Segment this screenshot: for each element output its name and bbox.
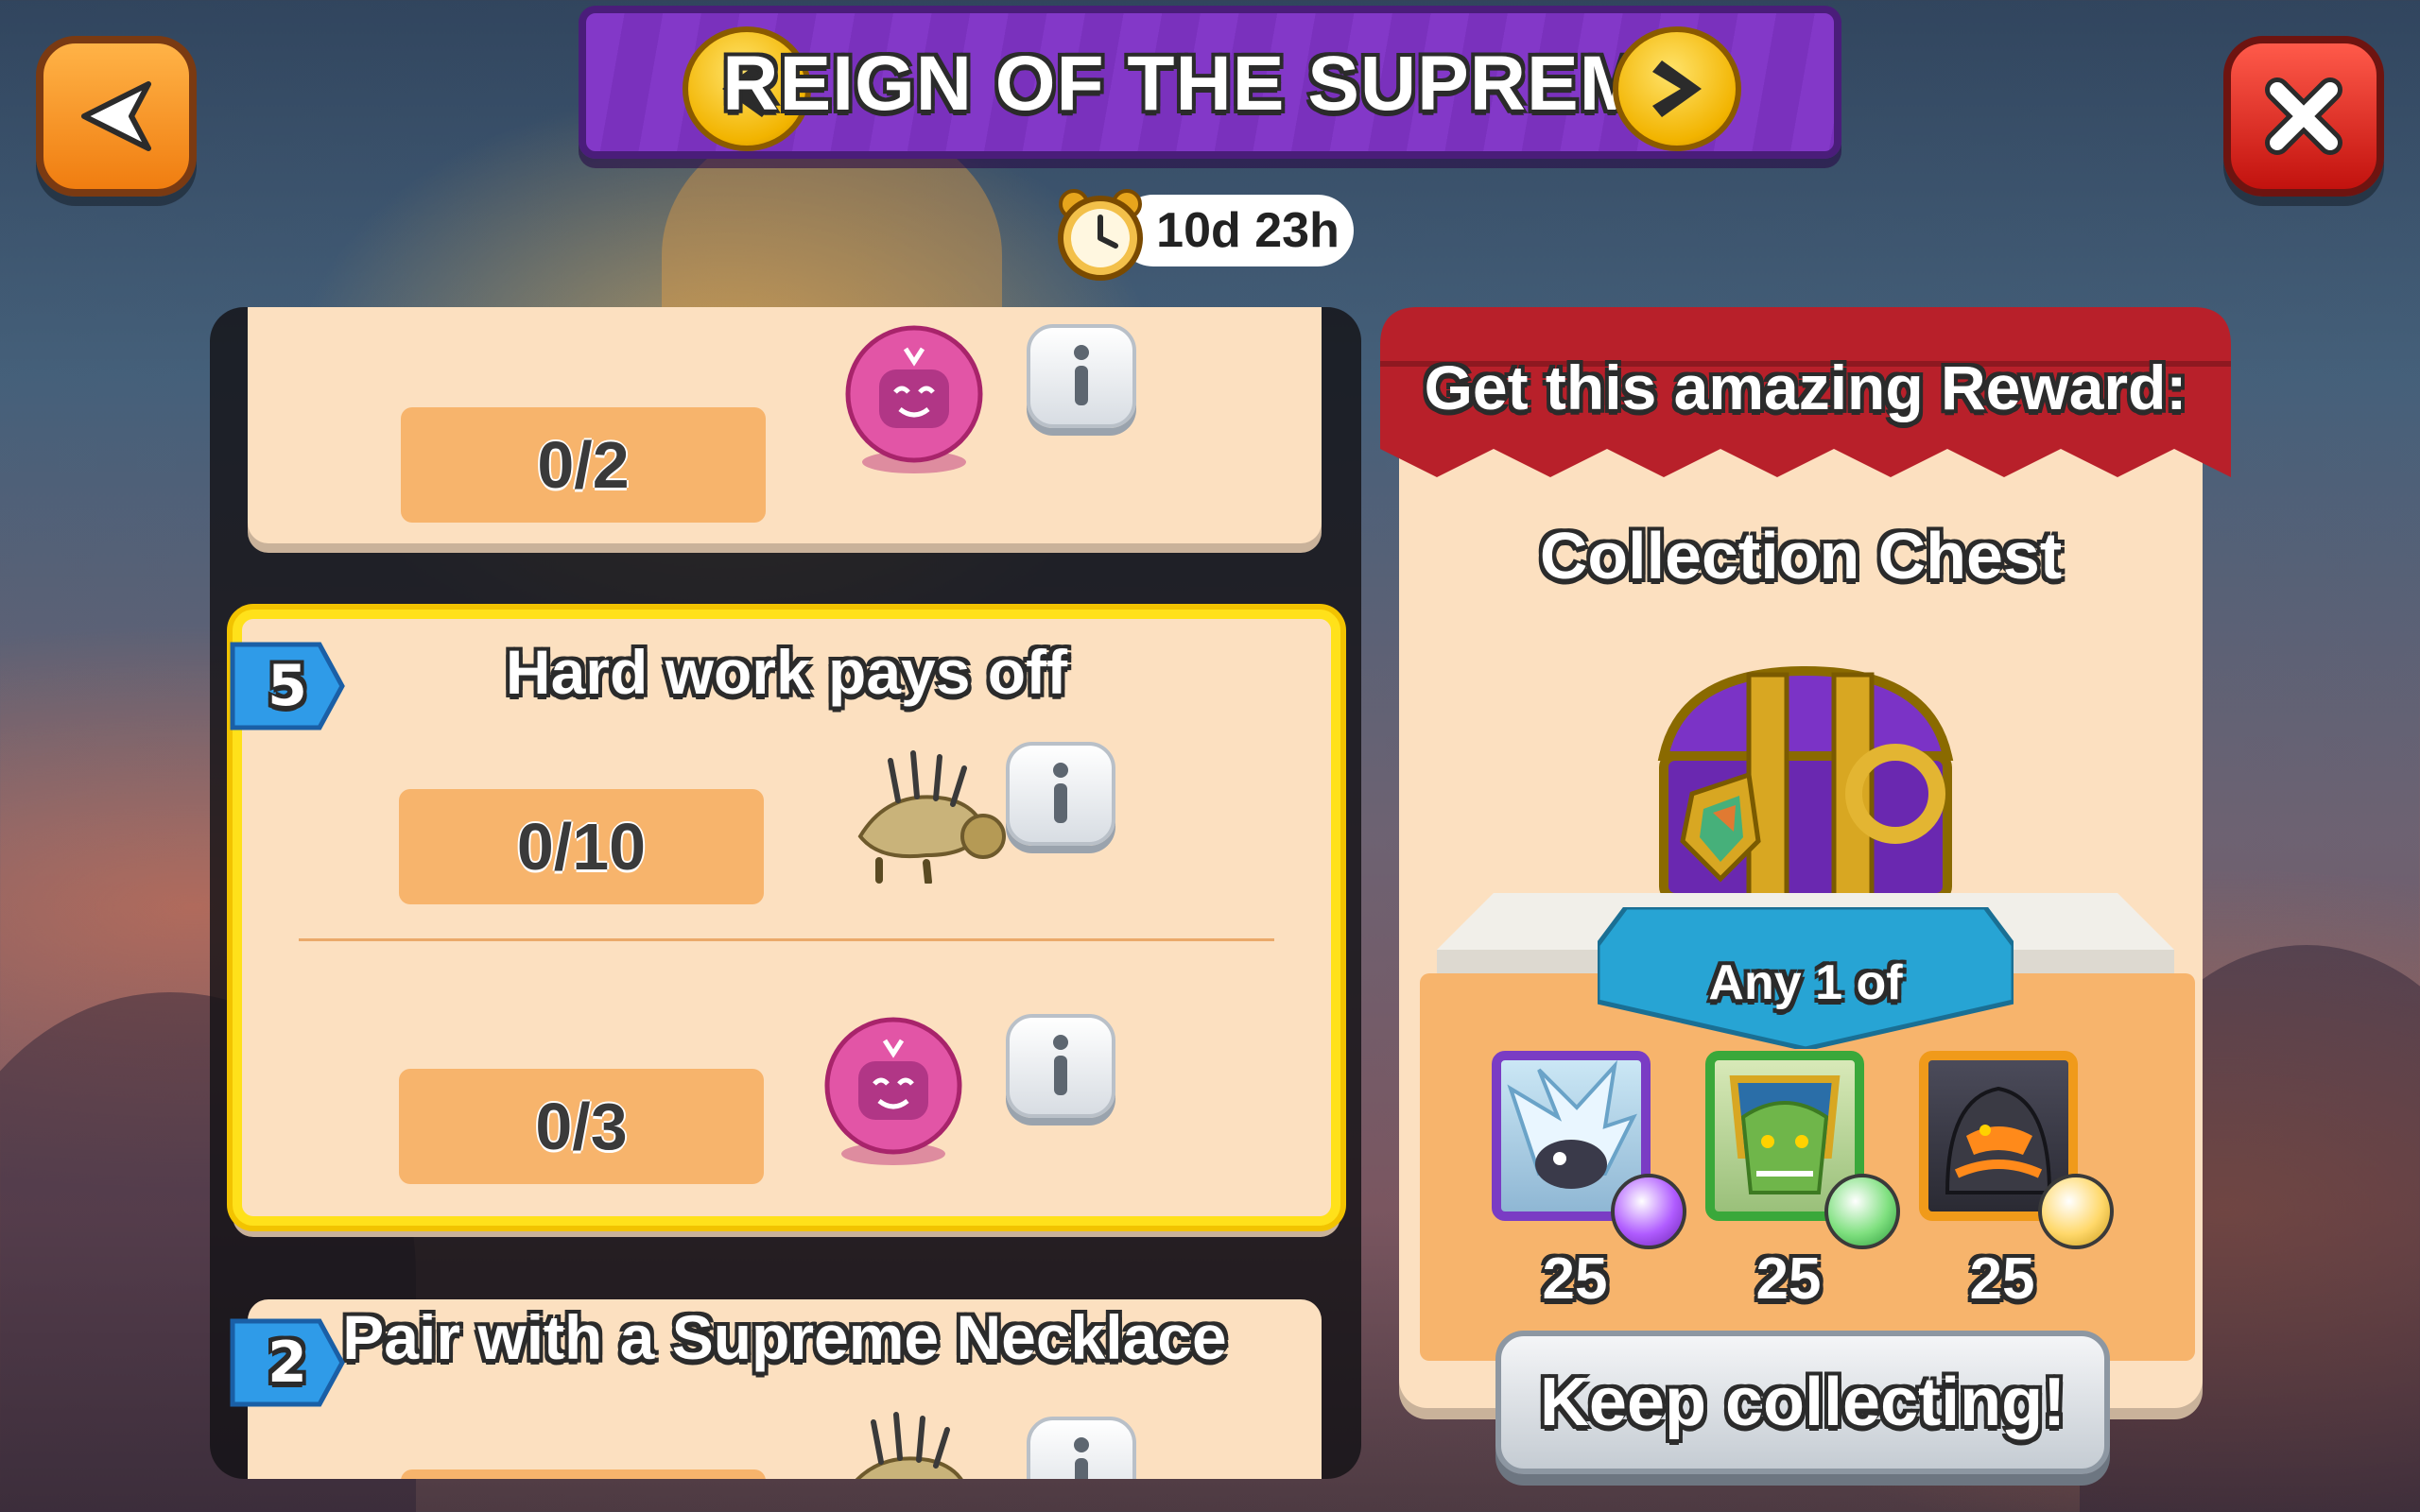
choice-label: Any 1 of — [1708, 955, 1903, 1010]
task-progress: 0/2 — [401, 407, 766, 523]
task-progress: 0/10 — [399, 789, 764, 904]
alarm-clock-icon — [1058, 189, 1143, 281]
task-progress: 0/3 — [399, 1069, 764, 1184]
task-progress — [401, 1469, 766, 1479]
reward-option-green-dragon[interactable] — [1705, 1051, 1900, 1249]
reward-option-orange-dragon[interactable] — [1919, 1051, 2114, 1249]
purple-potion-icon — [1611, 1174, 1686, 1249]
task-level-badge: 5 — [229, 639, 346, 733]
green-potion-icon — [1824, 1174, 1900, 1249]
event-timer: 10d 23h — [1051, 185, 1354, 281]
row-divider — [299, 938, 1274, 941]
title-banner: REIGN OF THE SUPREME — [579, 6, 1841, 159]
reward-header: Get this amazing Reward: — [1424, 352, 2187, 422]
info-icon — [1074, 1437, 1089, 1479]
reward-count: 25 — [1755, 1246, 1822, 1312]
info-button[interactable] — [1027, 324, 1136, 428]
keep-collecting-button[interactable]: Keep collecting! — [1495, 1331, 2110, 1474]
reward-count: 25 — [1542, 1246, 1608, 1312]
info-button[interactable] — [1006, 742, 1115, 846]
spiky-dragon-icon — [857, 750, 1006, 884]
task-title: Pair with a Supreme Necklace — [342, 1302, 1227, 1372]
chest-name: Collection Chest — [1539, 519, 2063, 593]
info-icon — [1074, 345, 1089, 405]
timer-text: 10d 23h — [1117, 195, 1354, 266]
task-card: Pair with a Supreme Necklace — [248, 1299, 1322, 1479]
task-list[interactable]: 0/2 Hard work pays off 0/10 0/3 Pair wit… — [210, 307, 1361, 1479]
info-icon — [1053, 1035, 1068, 1095]
next-event-button[interactable] — [1613, 26, 1741, 151]
collection-chest-icon — [1657, 665, 1954, 902]
reward-count: 25 — [1969, 1246, 2035, 1312]
back-arrow-icon — [81, 81, 151, 151]
back-button[interactable] — [36, 36, 197, 197]
chevron-right-icon — [1652, 60, 1702, 117]
pink-orb-icon — [824, 1017, 962, 1165]
info-icon — [1053, 763, 1068, 823]
task-card: 0/2 — [248, 307, 1322, 543]
close-button[interactable] — [2223, 36, 2384, 197]
info-button[interactable] — [1027, 1417, 1136, 1479]
pink-orb-icon — [845, 325, 983, 473]
task-level-badge: 2 — [229, 1315, 346, 1410]
reward-option-purple-dragon[interactable] — [1492, 1051, 1686, 1249]
info-button[interactable] — [1006, 1014, 1115, 1118]
badge-number: 2 — [268, 1330, 307, 1396]
yellow-potion-icon — [2038, 1174, 2114, 1249]
spiky-dragon-icon — [855, 1412, 963, 1479]
task-title: Hard work pays off — [505, 637, 1068, 707]
badge-number: 5 — [268, 653, 307, 719]
close-icon — [2265, 77, 2342, 155]
task-card-highlighted: Hard work pays off 0/10 0/3 — [233, 610, 1340, 1226]
